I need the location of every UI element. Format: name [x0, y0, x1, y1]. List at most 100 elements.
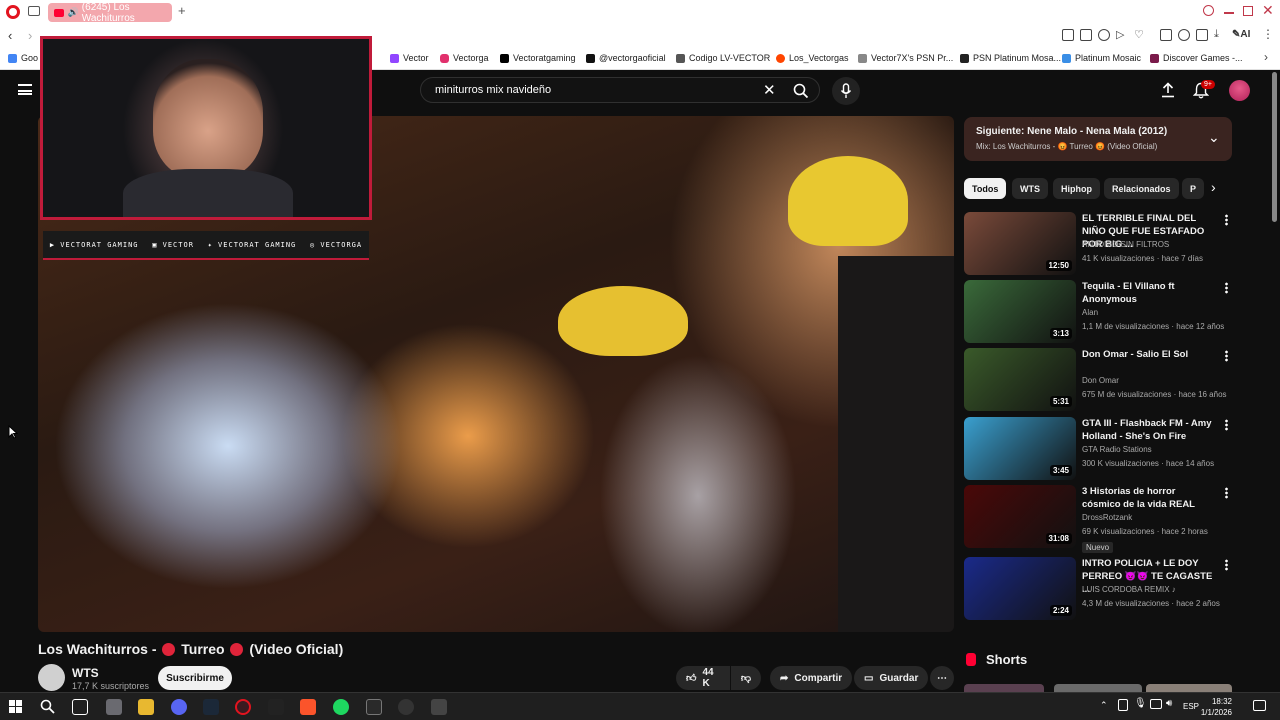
menu-dots-icon[interactable]: ⋮: [1262, 27, 1274, 41]
recommendation-channel[interactable]: Don Omar: [1082, 376, 1119, 385]
discord-icon[interactable]: [171, 699, 187, 715]
file-explorer-icon[interactable]: [138, 699, 154, 715]
bookmark-item[interactable]: Platinum Mosaic: [1062, 53, 1141, 63]
notification-center-icon[interactable]: [1253, 700, 1266, 711]
taskbar-app-icon[interactable]: [431, 699, 447, 715]
chip-wts[interactable]: WTS: [1012, 178, 1048, 199]
aria-ai-button[interactable]: ✎AI: [1232, 29, 1250, 40]
recommendation-title[interactable]: Don Omar - Salio El Sol: [1082, 348, 1216, 361]
more-actions-button[interactable]: ⋯: [930, 666, 954, 690]
brave-icon[interactable]: [300, 699, 316, 715]
steam-icon[interactable]: [203, 699, 219, 715]
bookmark-item[interactable]: Discover Games -...: [1150, 53, 1243, 63]
bookmark-tool-icon[interactable]: [1062, 29, 1074, 41]
bookmark-item[interactable]: Vector7X's PSN Pr...: [858, 53, 953, 63]
channel-avatar[interactable]: [38, 664, 65, 691]
bookmark-item[interactable]: Goo: [8, 53, 38, 63]
tray-chevron-icon[interactable]: ⌃: [1100, 700, 1108, 711]
extensions-icon[interactable]: [1178, 29, 1190, 41]
taskbar-app-icon[interactable]: [268, 699, 284, 715]
heart-icon[interactable]: ♡: [1134, 28, 1144, 41]
close-window-button[interactable]: ✕: [1262, 2, 1274, 19]
like-button[interactable]: 👍︎ 44 K: [676, 666, 730, 690]
obs-icon[interactable]: [398, 699, 414, 715]
voice-search-button[interactable]: [832, 77, 860, 105]
more-options-icon[interactable]: [1225, 487, 1228, 499]
bookmark-item[interactable]: Codigo LV-VECTOR: [676, 53, 770, 63]
search-tabs-icon[interactable]: [1203, 5, 1214, 16]
download-icon[interactable]: ⤓: [1214, 28, 1219, 41]
short-thumbnail[interactable]: [1146, 684, 1232, 692]
recommendation-channel[interactable]: DrossRotzank: [1082, 513, 1132, 522]
clear-search-icon[interactable]: ✕: [763, 81, 776, 99]
search-box[interactable]: miniturros mix navideño ✕: [420, 77, 820, 103]
upload-icon[interactable]: [1161, 82, 1175, 98]
more-options-icon[interactable]: [1225, 559, 1228, 571]
chips-next-arrow-icon[interactable]: ›: [1211, 179, 1216, 195]
tray-network-icon[interactable]: [1150, 699, 1162, 709]
video-thumbnail[interactable]: 5:31: [964, 348, 1076, 411]
chevron-down-icon[interactable]: ⌄: [1208, 129, 1220, 146]
recommendation-item[interactable]: 12:50 EL TERRIBLE FINAL DEL NIÑO QUE FUE …: [964, 212, 1232, 276]
maximize-button[interactable]: [1243, 6, 1253, 16]
more-options-icon[interactable]: [1225, 214, 1228, 226]
taskbar-app-icon[interactable]: [106, 699, 122, 715]
epic-games-icon[interactable]: [366, 699, 382, 715]
recommendation-channel[interactable]: Alan: [1082, 308, 1098, 317]
forward-arrow-icon[interactable]: ›: [28, 28, 32, 43]
workspaces-icon[interactable]: [28, 6, 40, 16]
account-avatar[interactable]: [1229, 80, 1250, 101]
search-icon[interactable]: [793, 83, 809, 99]
hamburger-menu-icon[interactable]: [18, 84, 32, 95]
new-tab-button[interactable]: +: [178, 3, 186, 18]
screenshot-icon[interactable]: [1196, 29, 1208, 41]
video-thumbnail[interactable]: 3:13: [964, 280, 1076, 343]
more-bookmarks-icon[interactable]: ›: [1264, 50, 1268, 64]
short-thumbnail[interactable]: [964, 684, 1044, 692]
mix-next-panel[interactable]: Siguiente: Nene Malo - Nena Mala (2012) …: [964, 117, 1232, 161]
more-options-icon[interactable]: [1225, 282, 1228, 294]
tray-mic-icon[interactable]: 🎙︎: [1134, 698, 1147, 709]
page-scrollbar[interactable]: [1272, 72, 1277, 222]
recommendation-item[interactable]: 5:31 Don Omar - Salio El Sol Don Omar 675 M…: [964, 348, 1232, 412]
vpn-shield-icon[interactable]: [1098, 29, 1110, 41]
reader-mode-icon[interactable]: [1160, 29, 1172, 41]
subscribe-button[interactable]: Suscribirme: [158, 666, 232, 690]
recommendation-item[interactable]: 2:24 INTRO POLICIA + LE DOY PERREO 😈😈 TE …: [964, 557, 1232, 621]
recommendation-channel[interactable]: ANTONIO SIN FILTROS: [1082, 240, 1169, 249]
bookmark-item[interactable]: PSN Platinum Mosa...: [960, 53, 1061, 63]
system-clock[interactable]: 18:32 1/1/2026: [1201, 696, 1232, 718]
snapshot-icon[interactable]: [1080, 29, 1092, 41]
video-thumbnail[interactable]: 31:08: [964, 485, 1076, 548]
speaker-icon[interactable]: 🔊: [68, 7, 79, 18]
more-options-icon[interactable]: [1225, 419, 1228, 431]
bookmark-item[interactable]: Los_Vectorgas: [776, 53, 849, 63]
channel-name[interactable]: WTS: [72, 666, 99, 680]
opera-gx-taskbar-icon[interactable]: [235, 699, 251, 715]
chip-todos[interactable]: Todos: [964, 178, 1007, 199]
bookmark-item[interactable]: Vector: [390, 53, 429, 63]
chip-hiphop[interactable]: Hiphop: [1053, 178, 1100, 199]
dislike-button[interactable]: 👎︎: [731, 666, 761, 690]
tray-app-icon[interactable]: [1118, 699, 1128, 711]
volume-icon[interactable]: 🔊︎: [1166, 698, 1172, 709]
recommendation-title[interactable]: GTA III - Flashback FM - Amy Holland - S…: [1082, 417, 1216, 443]
recommendation-channel[interactable]: LUIS CORDOBA REMIX ♪: [1082, 585, 1176, 594]
chip-relacionados[interactable]: Relacionados: [1104, 178, 1179, 199]
bookmark-item[interactable]: Vectoratgaming: [500, 53, 576, 63]
recommendation-item[interactable]: 31:08 3 Historias de horror cósmico de la…: [964, 485, 1232, 553]
recommendation-title[interactable]: Tequila - El Villano ft Anonymous: [1082, 280, 1216, 306]
share-button[interactable]: ➦ Compartir: [770, 666, 853, 690]
recommendation-channel[interactable]: GTA Radio Stations: [1082, 445, 1152, 454]
video-thumbnail[interactable]: 3:45: [964, 417, 1076, 480]
video-thumbnail[interactable]: 2:24: [964, 557, 1076, 620]
save-button[interactable]: ▭ Guardar: [854, 666, 929, 690]
opera-logo-icon[interactable]: [6, 5, 20, 19]
minimize-button[interactable]: [1224, 12, 1234, 14]
tab-youtube[interactable]: 🔊 (6245) Los Wachiturros: [48, 2, 172, 24]
keyboard-language[interactable]: ESP: [1183, 702, 1199, 711]
task-view-icon[interactable]: [72, 699, 88, 715]
search-input[interactable]: miniturros mix navideño: [435, 84, 551, 96]
bookmark-item[interactable]: @vectorgaoficial: [586, 53, 666, 63]
play-icon[interactable]: ▷: [1116, 28, 1124, 41]
